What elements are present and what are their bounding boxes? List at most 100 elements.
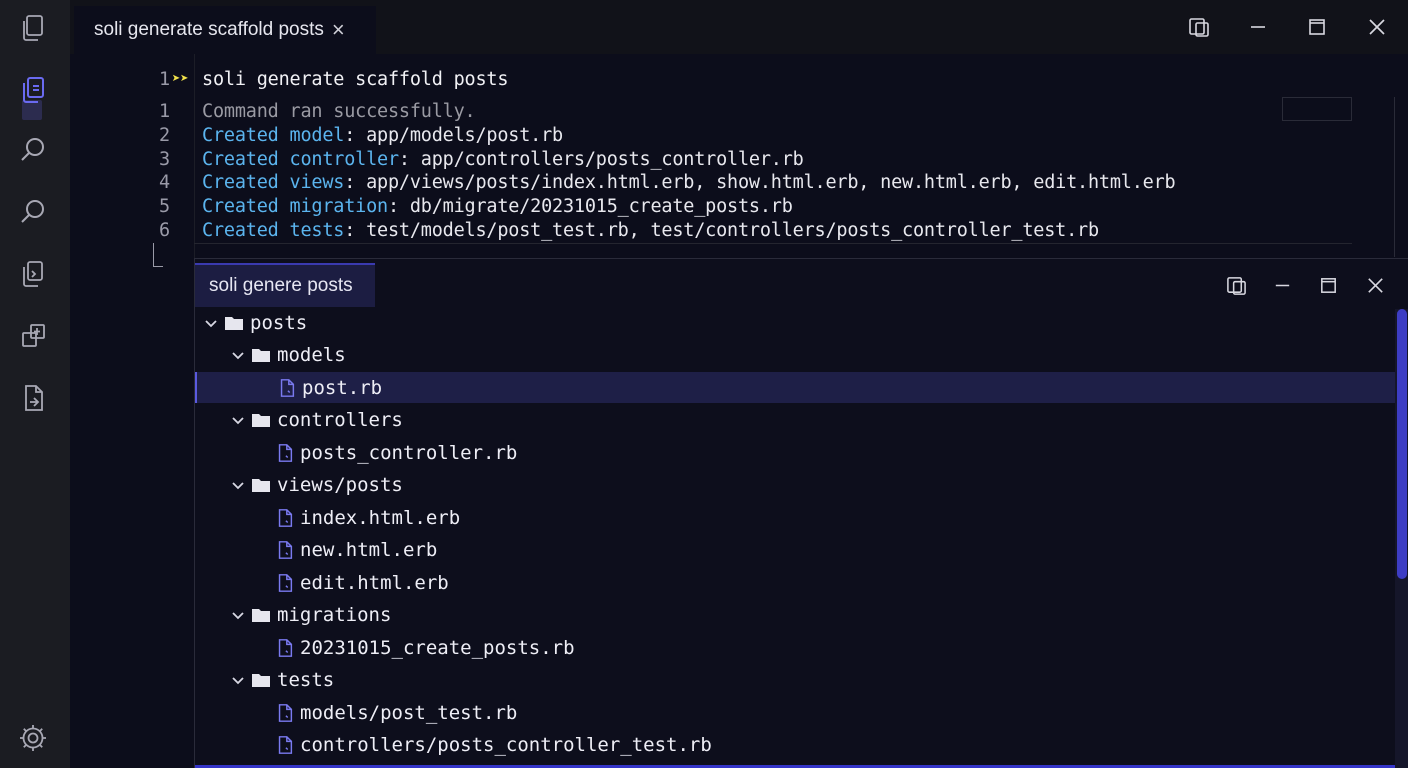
editor-tabbar: soli generate scaffold posts ×	[70, 0, 1408, 54]
output-line: 5 Created migration: db/migrate/20231015_…	[70, 195, 1370, 219]
chevron-down-icon[interactable]	[230, 607, 246, 623]
tree-label: tests	[277, 669, 335, 691]
tree-label: views/posts	[277, 474, 403, 496]
panel-scrollbar[interactable]	[1395, 309, 1408, 768]
line-number: 1	[159, 68, 170, 90]
file-icon	[274, 702, 296, 724]
folder-icon	[250, 669, 272, 691]
output-text: Created controller: app/controllers/post…	[202, 149, 804, 170]
folder-icon	[223, 312, 245, 334]
tree-label: models	[277, 344, 346, 366]
output-line: 2 Created model: app/models/post.rb	[70, 124, 1370, 148]
tree-label: posts_controller.rb	[300, 441, 518, 464]
tab-scaffold[interactable]: soli generate scaffold posts ×	[74, 6, 376, 54]
tree-file[interactable]: index.html.erb	[195, 502, 1395, 533]
copy-files-icon[interactable]	[13, 70, 53, 110]
output-text: Created views: app/views/posts/index.htm…	[202, 172, 1176, 193]
output-keyword: Created tests	[202, 219, 345, 241]
scrollbar-thumb[interactable]	[1397, 309, 1407, 579]
folder-icon	[250, 474, 272, 496]
split-window-icon[interactable]	[1182, 10, 1216, 44]
output-text: Created tests: test/models/post_test.rb,…	[202, 220, 1099, 241]
maximize-icon[interactable]	[1312, 269, 1344, 301]
chevron-down-icon[interactable]	[230, 347, 246, 363]
output-divider	[194, 243, 1352, 244]
maximize-icon[interactable]	[1300, 10, 1334, 44]
tree-folder[interactable]: views/posts	[195, 470, 1395, 501]
output-value: Command ran successfully.	[202, 101, 476, 123]
output-value: : test/models/post_test.rb, test/control…	[344, 219, 1099, 241]
extensions-icon[interactable]	[13, 316, 53, 356]
file-icon	[274, 637, 296, 659]
split-window-icon[interactable]	[1220, 269, 1252, 301]
output-line: 3 Created controller: app/controllers/pos…	[70, 147, 1370, 171]
command-text: soli generate scaffold posts	[202, 68, 509, 90]
minimize-icon[interactable]	[1241, 10, 1275, 44]
output-keyword: Created controller	[202, 148, 399, 170]
search-alt-icon[interactable]	[13, 192, 53, 232]
file-icon	[274, 539, 296, 561]
tree-folder[interactable]: controllers	[195, 405, 1395, 436]
tree-label: new.html.erb	[300, 539, 438, 561]
search-icon[interactable]	[13, 130, 53, 170]
close-window-icon[interactable]	[1360, 10, 1394, 44]
editor-scrollbar[interactable]	[1394, 97, 1395, 257]
source-files-icon[interactable]	[13, 254, 53, 294]
tree-folder[interactable]: models	[195, 340, 1395, 371]
line-number: 6	[159, 219, 170, 241]
output-value: : db/migrate/20231015_create_posts.rb	[387, 196, 793, 218]
output-line: 1 Command ran successfully.	[70, 100, 1370, 124]
minimize-icon[interactable]	[1266, 269, 1298, 301]
line-number: 2	[159, 124, 170, 146]
folder-icon	[250, 344, 272, 366]
gear-icon[interactable]	[13, 718, 53, 758]
output-line: 6 Created tests: test/models/post_test.rb…	[70, 219, 1370, 243]
tree-folder[interactable]: tests	[195, 665, 1395, 696]
minimap[interactable]	[1282, 97, 1352, 121]
output-line: 4 Created views: app/views/posts/index.ht…	[70, 171, 1370, 195]
prompt-arrow-icon: ➤➤	[172, 71, 189, 87]
chevron-down-icon[interactable]	[203, 315, 219, 331]
tree-file[interactable]: 20231015_create_posts.rb	[195, 632, 1395, 663]
chevron-down-icon[interactable]	[230, 412, 246, 428]
file-tree-panel: soli genere posts posts models post.rb cont…	[194, 258, 1408, 768]
output-keyword: Created migration	[202, 196, 388, 218]
folder-icon	[250, 409, 272, 431]
panel-tab-label: soli genere posts	[209, 275, 353, 296]
tree-folder[interactable]: migrations	[195, 600, 1395, 631]
line-number: 3	[159, 148, 170, 170]
tree-label: post.rb	[302, 376, 383, 399]
tree-label: posts	[250, 311, 308, 334]
file-icon	[274, 507, 296, 529]
output-keyword: Created views	[202, 172, 345, 194]
output-text: Created model: app/models/post.rb	[202, 125, 563, 146]
output-text: Command ran successfully.	[202, 101, 476, 123]
close-window-icon[interactable]	[1359, 269, 1391, 301]
file-export-icon[interactable]	[13, 378, 53, 418]
tree-file[interactable]: posts_controller.rb	[195, 437, 1395, 468]
close-icon[interactable]: ×	[332, 19, 345, 41]
output-value: : app/controllers/posts_controller.rb	[398, 148, 804, 170]
tree-file[interactable]: new.html.erb	[195, 535, 1395, 566]
chevron-down-icon[interactable]	[230, 477, 246, 493]
tree-label: controllers/posts_controller_test.rb	[300, 734, 712, 756]
output-keyword: Created model	[202, 124, 345, 146]
output-text: Created migration: db/migrate/20231015_c…	[202, 196, 793, 217]
command-line[interactable]: 1 ➤➤ soli generate scaffold posts	[70, 66, 1370, 92]
text-cursor	[153, 243, 163, 267]
chevron-down-icon[interactable]	[230, 672, 246, 688]
tree-file[interactable]: controllers/posts_controller_test.rb	[195, 730, 1395, 761]
tab-genere-posts[interactable]: soli genere posts	[195, 263, 375, 307]
file-icon	[274, 734, 296, 756]
tree-file[interactable]: edit.html.erb	[195, 567, 1395, 598]
output-value: : app/models/post.rb	[344, 124, 563, 146]
tree-label: controllers	[277, 409, 403, 431]
tree-file[interactable]: post.rb	[195, 372, 1395, 403]
tree-folder[interactable]: posts	[195, 307, 1395, 338]
folder-icon	[250, 604, 272, 626]
tree-label: index.html.erb	[300, 506, 461, 529]
tree-label: 20231015_create_posts.rb	[300, 636, 575, 659]
tree-file[interactable]: models/post_test.rb	[195, 697, 1395, 728]
explorer-icon[interactable]	[13, 8, 53, 48]
tab-label: soli generate scaffold posts	[94, 19, 324, 40]
